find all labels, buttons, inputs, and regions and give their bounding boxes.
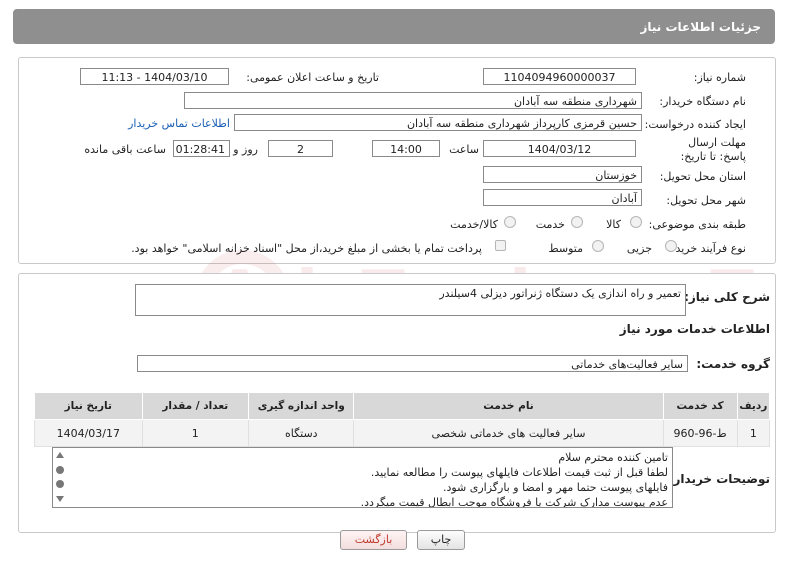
back-button[interactable]: بازگشت [340,530,407,550]
days-label: روز و [233,143,258,156]
creator-label: ایجاد کننده درخواست: [644,118,746,131]
category-goods-label: کالا [606,218,621,231]
page-header: جزئیات اطلاعات نیاز [13,9,775,44]
deadline-time-field: 14:00 [372,140,440,157]
notes-line: تامین کننده محترم سلام [558,451,668,464]
creator-field: حسین قرمزی کارپرداز شهرداری منطقه سه آبا… [234,114,642,131]
service-group-label: گروه خدمت: [696,357,770,371]
announce-label: تاریخ و ساعت اعلان عمومی: [246,71,379,84]
treasury-checkbox[interactable] [495,240,506,251]
category-service-radio[interactable] [571,216,583,228]
notes-field[interactable]: تامین کننده محترم سلام لطفا قبل از ثبت ق… [52,447,673,508]
payment-note: پرداخت تمام یا بخشی از مبلغ خرید،از محل … [131,242,482,255]
category-label: طبقه بندی موضوعی: [648,218,746,231]
deadline-date-field: 1404/03/12 [483,140,636,157]
category-both-label: کالا/خدمت [450,218,498,231]
col-unit: واحد اندازه گیری [248,392,355,420]
scroll-thumb-icon[interactable] [56,466,64,474]
page-title: جزئیات اطلاعات نیاز [640,20,761,34]
notes-label: توضیحات خریدار: [668,472,770,486]
remaining-label: ساعت باقی مانده [84,143,166,156]
table-header-row: ردیف کد خدمت نام خدمت واحد اندازه گیری ت… [34,392,771,420]
cell-name: سایر فعالیت های خدماتی شخصی [353,419,664,447]
notes-line: عدم پیوست مدارک شرکت یا فروشگاه موجب ابط… [360,496,668,508]
category-both-radio[interactable] [504,216,516,228]
announce-field: 1404/03/10 - 11:13 [80,68,229,85]
province-label: استان محل تحویل: [659,170,746,183]
col-index: ردیف [736,392,771,420]
buyer-org-field: شهرداری منطقه سه آبادان [184,92,642,109]
need-number-field: 1104094960000037 [483,68,636,85]
days-field: 2 [268,140,333,157]
province-field: خوزستان [483,166,642,183]
process-medium-label: متوسط [548,242,583,255]
cell-qty: 1 [141,419,250,447]
process-medium-radio[interactable] [592,240,604,252]
process-label: نوع فرآیند خرید : [668,242,746,255]
city-label: شهر محل تحویل: [666,194,746,207]
cell-date: 1404/03/17 [34,419,143,447]
category-goods-radio[interactable] [630,216,642,228]
col-date: تاریخ نیاز [34,392,143,420]
cell-unit: دستگاه [248,419,355,447]
deadline-label: مهلت ارسال پاسخ: تا تاریخ: [680,136,746,163]
deadline-time-label: ساعت [449,143,479,156]
need-info-panel [18,57,776,264]
print-button[interactable]: چاپ [417,530,465,550]
scroll-down-icon[interactable] [56,496,64,502]
city-field: آبادان [483,189,642,206]
scroll-thumb-icon[interactable] [56,480,64,488]
cell-index: 1 [736,419,771,447]
scroll-up-icon[interactable] [56,452,64,458]
process-small-radio[interactable] [665,240,677,252]
process-small-label: جزیی [626,242,652,255]
service-group-field: سایر فعالیت‌های خدماتی [137,355,688,372]
col-qty: تعداد / مقدار [141,392,250,420]
notes-line: لطفا قبل از ثبت قیمت اطلاعات فایلهای پیو… [370,466,668,479]
services-section-title: اطلاعات خدمات مورد نیاز [619,322,770,336]
category-service-label: خدمت [535,218,565,231]
summary-field: تعمیر و راه اندازی یک دستگاه ژنراتور دیز… [135,284,686,316]
buyer-org-label: نام دستگاه خریدار: [659,95,746,108]
need-number-label: شماره نیاز: [693,71,746,84]
cell-code: ط-96-960 [662,419,738,447]
notes-scrollbar[interactable] [56,452,64,504]
col-name: نام خدمت [353,392,664,420]
notes-line: فایلهای پیوست حتما مهر و امضا و بارگزاری… [442,481,668,494]
services-table: ردیف کد خدمت نام خدمت واحد اندازه گیری ت… [34,392,771,447]
table-row: 1 ط-96-960 سایر فعالیت های خدماتی شخصی د… [34,419,771,447]
remaining-time-field: 01:28:41 [173,140,230,157]
col-code: کد خدمت [662,392,738,420]
buyer-contact-link[interactable]: اطلاعات تماس خریدار [128,117,230,130]
summary-label: شرح کلی نیاز: [684,290,770,304]
